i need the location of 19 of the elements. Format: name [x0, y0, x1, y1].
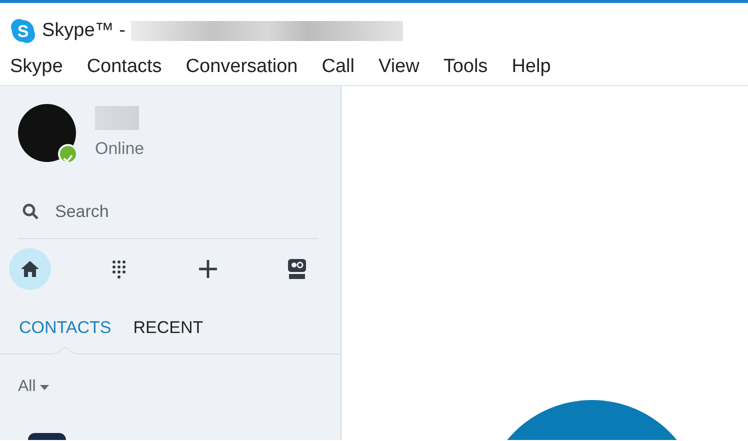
search-icon: [22, 203, 39, 220]
window-title: Skype™ -: [42, 18, 126, 43]
menu-item[interactable]: Call: [322, 53, 354, 82]
contact-avatar: [28, 433, 66, 440]
menu-item[interactable]: Tools: [443, 53, 488, 82]
menu-item[interactable]: Skype: [10, 53, 63, 82]
tab[interactable]: CONTACTS: [19, 314, 112, 340]
home-icon[interactable]: [9, 248, 51, 290]
menu-item[interactable]: Conversation: [186, 53, 298, 82]
menu-item[interactable]: Contacts: [86, 53, 162, 82]
menu-item[interactable]: Help: [512, 53, 551, 82]
skype-logo-icon: S: [10, 18, 36, 44]
filter-dropdown[interactable]: All: [18, 375, 49, 399]
caret-icon: [40, 384, 49, 390]
search-field[interactable]: Search: [55, 199, 276, 224]
status-text: Online: [95, 138, 144, 160]
menu-item[interactable]: View: [378, 53, 420, 82]
blurred-name: [95, 106, 139, 130]
tab[interactable]: RECENT: [133, 314, 204, 340]
